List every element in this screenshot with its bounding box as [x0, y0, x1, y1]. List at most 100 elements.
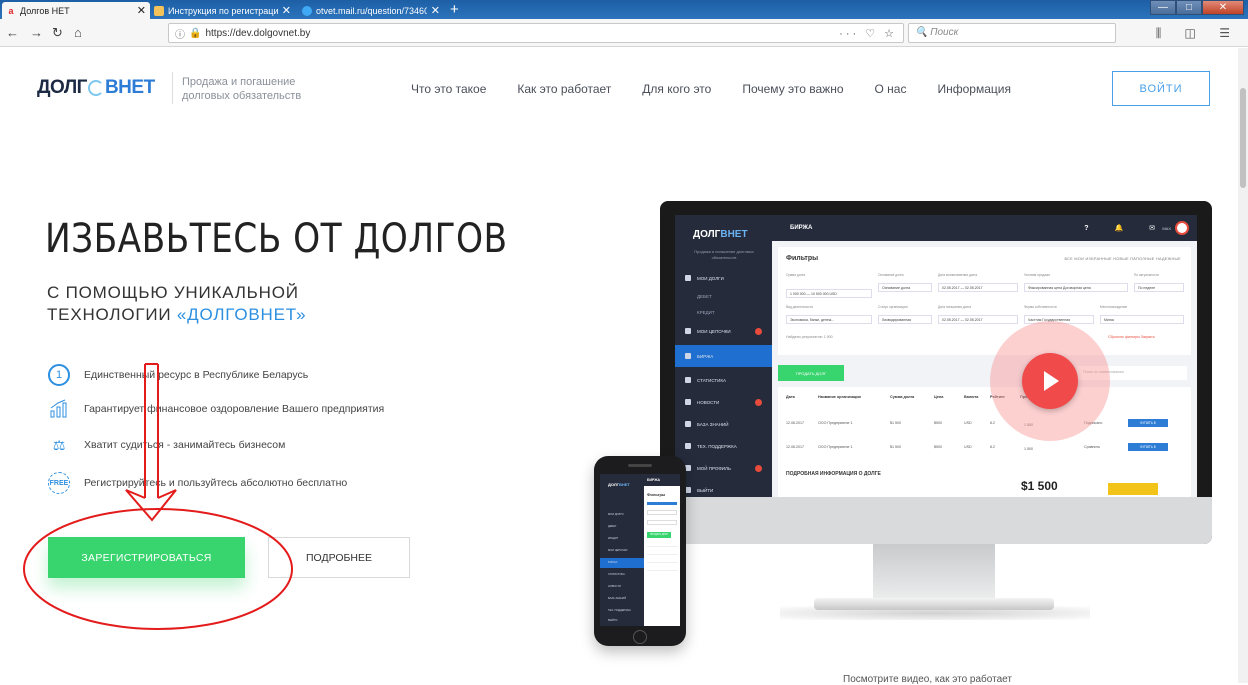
video-caption: Посмотрите видео, как это работает	[843, 674, 1012, 685]
filter-field[interactable]: 02.05.2017 — 02.05.2017	[938, 283, 1018, 292]
tab-instruction[interactable]: Инструкция по регистрации в ✕	[150, 2, 295, 19]
filter-field[interactable]: Фиксированная цена Договорная цена	[1024, 283, 1128, 292]
sidebar-item-chains[interactable]: МОИ ЦЕПОЧКИ	[675, 320, 772, 342]
table-cell: USD	[964, 421, 972, 425]
phone-sidebar-item[interactable]: ДЕБЕТ	[600, 522, 644, 532]
search-input[interactable]: 🔍 Поиск	[908, 23, 1116, 43]
toolbar-icons[interactable]: ⫼ ◫ ☰	[1156, 26, 1240, 41]
sidebar-label: КРЕДИТ	[697, 309, 715, 315]
phone-sidebar-item[interactable]: МОИ ДОЛГИ	[600, 510, 644, 520]
url-bar[interactable]: ⓘ 🔒 https://dev.dolgovnet.by ··· ♡ ☆	[168, 23, 904, 43]
sidebar-item-statistics[interactable]: СТАТИСТИКА	[675, 369, 772, 391]
close-tab-icon[interactable]: ✕	[282, 4, 291, 17]
phone-sidebar-item[interactable]: СТАТИСТИКА	[600, 570, 644, 580]
tab-otvet-mail[interactable]: otvet.mail.ru/question/734606 ✕	[298, 2, 444, 19]
sidebar-label: МОЙ ПРОФИЛЬ	[697, 465, 731, 471]
table-cell: 8.2	[990, 421, 995, 425]
nav-information[interactable]: Информация	[937, 82, 1010, 96]
filter-label: Дата погашения долга	[938, 305, 972, 309]
app-logo-right: ВНЕТ	[720, 229, 748, 240]
phone-filter-field[interactable]	[647, 520, 677, 525]
sidebar-item-exchange[interactable]: БИРЖА	[675, 345, 772, 367]
home-icon[interactable]: ⌂	[74, 25, 82, 40]
new-tab-icon[interactable]: +	[450, 1, 459, 18]
app-top-icons[interactable]: ? 🔔 ✉	[1084, 224, 1167, 232]
phone-sidebar-item[interactable]: ВЫЙТИ	[600, 616, 644, 626]
phone-screen: ДОЛГВНЕТ МОИ ДОЛГИ ДЕБЕТ КРЕДИТ МОИ ЦЕПО…	[600, 474, 680, 626]
row-action[interactable]: Сравнить	[1084, 445, 1100, 449]
filter-field[interactable]: Экономика, банки, денеж...	[786, 315, 872, 324]
reload-icon[interactable]: ↻	[52, 25, 63, 41]
sidebar-label: ДЕБЕТ	[697, 293, 712, 299]
favicon-icon: а	[8, 5, 14, 16]
site-logo[interactable]: ДОЛГ ВНЕТ	[37, 77, 155, 99]
reset-filters-link[interactable]: Сбросить фильтры Закрыть	[1108, 335, 1155, 339]
register-button[interactable]: ЗАРЕГИСТРИРОВАТЬСЯ	[48, 537, 245, 578]
browser-nav-bar: ← → ↻ ⌂ ⓘ 🔒 https://dev.dolgovnet.by ···…	[0, 19, 1248, 47]
login-button[interactable]: ВОЙТИ	[1112, 71, 1210, 106]
table-cell: ООО Предприятие 1	[818, 445, 853, 449]
avatar[interactable]	[1175, 221, 1189, 235]
sidebar-item-profile[interactable]: МОЙ ПРОФИЛЬ	[675, 457, 772, 479]
phone-slider[interactable]	[647, 502, 677, 505]
nav-why-important[interactable]: Почему это важно	[742, 82, 843, 96]
buy-button[interactable]: КУПИТЬ $	[1128, 443, 1168, 451]
minimize-icon[interactable]: —	[1150, 0, 1176, 15]
table-cell: 1 500	[1024, 447, 1033, 451]
forward-icon[interactable]: →	[30, 25, 43, 40]
sidebar-label: ТЕХ. ПОДДЕРЖКА	[697, 443, 737, 449]
filter-field[interactable]: По неделе	[1134, 283, 1184, 292]
buy-button[interactable]: КУПИТЬ $	[1128, 419, 1168, 427]
nav-for-whom[interactable]: Для кого это	[642, 82, 711, 96]
phone-sidebar-item[interactable]: БАЗА ЗНАНИЙ	[600, 594, 644, 604]
close-tab-icon[interactable]: ✕	[431, 4, 440, 17]
feature-item: ⚖ Хватит судиться - занимайтесь бизнесом	[48, 434, 286, 456]
nav-about[interactable]: О нас	[875, 82, 907, 96]
sidebar-item-support[interactable]: ТЕХ. ПОДДЕРЖКА	[675, 435, 772, 457]
filter-field[interactable]: Основание долга	[878, 283, 932, 292]
nav-how-it-works[interactable]: Как это работает	[517, 82, 611, 96]
notification-badge	[755, 464, 762, 472]
sidebar-item-knowledge[interactable]: БАЗА ЗНАНИЙ	[675, 413, 772, 435]
table-cell: $500	[934, 445, 942, 449]
tab-dolgovnet[interactable]: а Долгов НЕТ ✕	[2, 2, 150, 19]
monitor-screen: ДОЛГВНЕТ Продажа и погашение долговых об…	[675, 215, 1197, 501]
scrollbar[interactable]	[1238, 48, 1248, 683]
page-actions-icon[interactable]: ··· ♡ ☆	[839, 27, 897, 40]
phone-sidebar-item[interactable]: МОИ ЦЕПОЧКИ	[600, 546, 644, 556]
growth-chart-icon	[48, 398, 70, 420]
play-video-icon[interactable]	[1022, 353, 1078, 409]
window-controls: — □ ✕	[1150, 0, 1244, 15]
phone-sidebar-item[interactable]: НОВОСТИ	[600, 582, 644, 592]
table-cell: 8.2	[990, 445, 995, 449]
filter-field[interactable]: Ликвидированная	[878, 315, 932, 324]
phone-topbar: БИРЖА	[644, 474, 680, 486]
scrollbar-thumb[interactable]	[1240, 88, 1246, 188]
phone-sell-button[interactable]: ПРОДАТЬ ДОЛГ	[647, 532, 671, 538]
phone-filter-field[interactable]	[647, 510, 677, 515]
maximize-icon[interactable]: □	[1176, 0, 1202, 15]
info-icon[interactable]: ⓘ	[175, 26, 185, 41]
sidebar-item-news[interactable]: НОВОСТИ	[675, 391, 772, 413]
more-button[interactable]: ПОДРОБНЕЕ	[268, 537, 410, 578]
phone-sidebar-item[interactable]: БИРЖА	[600, 558, 644, 568]
buy-highlight-button[interactable]	[1108, 483, 1158, 495]
phone-sidebar-item[interactable]: КРЕДИТ	[600, 534, 644, 544]
sell-debt-button[interactable]: ПРОДАТЬ ДОЛГ	[778, 365, 844, 381]
filter-tabs[interactable]: ВСЕ МОИ ИЗБРАННЫЕ НОВЫЕ ПАПОЛНЫЕ НАДЕЖНЫ…	[1064, 257, 1181, 261]
feature-item: 1 Единственный ресурс в Республике Белар…	[48, 364, 308, 386]
phone-divider	[647, 562, 677, 563]
filter-field[interactable]: Минск	[1100, 315, 1184, 324]
phone-speaker	[628, 464, 652, 467]
close-tab-icon[interactable]: ✕	[137, 4, 146, 17]
debt-info-title: ПОДРОБНАЯ ИНФОРМАЦИЯ О ДОЛГЕ	[786, 471, 881, 477]
filters-card: Фильтры ВСЕ МОИ ИЗБРАННЫЕ НОВЫЕ ПАПОЛНЫЕ…	[778, 247, 1191, 355]
hero-subtitle-prefix: ТЕХНОЛОГИИ	[47, 305, 177, 324]
number-one-icon: 1	[48, 364, 70, 386]
close-window-icon[interactable]: ✕	[1202, 0, 1244, 15]
back-icon[interactable]: ←	[6, 25, 19, 40]
nav-what-is-it[interactable]: Что это такое	[411, 82, 486, 96]
phone-sidebar-item[interactable]: ТЕХ. ПОДДЕРЖКА	[600, 606, 644, 616]
filter-field[interactable]: 02.05.2017 — 02.05.2017	[938, 315, 1018, 324]
filter-field[interactable]: 1 000 000 — 10 500 000 USD	[786, 289, 872, 298]
